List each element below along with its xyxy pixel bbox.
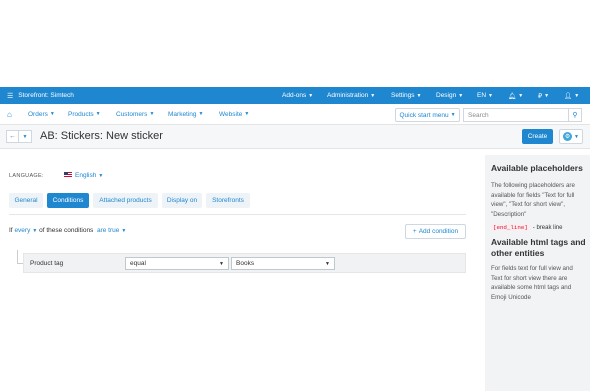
- caret-down-icon: ▼: [95, 111, 101, 117]
- chevron-down-icon: ▼: [325, 261, 330, 267]
- caret-down-icon: ▼: [149, 111, 155, 117]
- html-tags-heading: Available html tags and other entities: [491, 237, 586, 258]
- add-condition-button[interactable]: + Add condition: [405, 224, 466, 239]
- placeholders-text: The following placeholders are available…: [491, 182, 575, 218]
- caret-down-icon: ▼: [308, 92, 314, 99]
- arrow-left-icon: ←: [9, 133, 16, 140]
- back-button[interactable]: ←: [6, 130, 19, 143]
- create-button[interactable]: Create: [522, 129, 553, 144]
- are-true-selector[interactable]: are true ▼: [97, 227, 126, 234]
- bell-icon: 🔔︎: [508, 92, 517, 100]
- menu-settings[interactable]: Settings ▼: [391, 87, 421, 104]
- plus-icon: +: [412, 228, 417, 235]
- home-icon[interactable]: ⌂: [7, 110, 12, 119]
- nav-marketing[interactable]: Marketing ▼: [168, 111, 204, 118]
- tree-connector: [17, 250, 18, 264]
- caret-down-icon: ▼: [574, 133, 579, 140]
- chevron-down-icon: ▼: [219, 261, 224, 267]
- tab-storefronts[interactable]: Storefronts: [206, 193, 250, 208]
- operator-select[interactable]: equal ▼: [125, 257, 229, 270]
- user-icon: 👤︎: [564, 92, 573, 100]
- caret-down-icon: ▼: [22, 133, 28, 140]
- tab-attached-products[interactable]: Attached products: [93, 193, 158, 208]
- condition-row: Product tag equal ▼ Books ▼: [23, 253, 466, 273]
- caret-down-icon: ▼: [450, 112, 456, 118]
- caret-down-icon: ▼: [49, 111, 55, 117]
- placeholders-heading: Available placeholders: [491, 163, 583, 173]
- caret-down-icon: ▼: [370, 92, 376, 99]
- quick-start-menu-button[interactable]: Quick start menu ▼: [395, 108, 460, 122]
- addon-icon: ⚙: [563, 132, 573, 141]
- admin-topbar: ☰ Storefront: Simtech Add-ons ▼ Administr…: [0, 87, 590, 104]
- tab-general[interactable]: General: [9, 193, 43, 208]
- storefront-label: Storefront: Simtech: [18, 92, 74, 99]
- tab-display-on[interactable]: Display on: [162, 193, 202, 208]
- nav-orders[interactable]: Orders ▼: [28, 111, 55, 118]
- caret-down-icon: ▼: [574, 92, 580, 99]
- placeholder-desc: - break line: [532, 224, 563, 231]
- storefront-switcher[interactable]: ☰ Storefront: Simtech: [7, 92, 74, 100]
- us-flag-icon: [64, 172, 72, 178]
- search-input[interactable]: [463, 108, 568, 122]
- caret-down-icon: ▼: [32, 228, 38, 234]
- language-selector[interactable]: English ▼: [75, 172, 103, 179]
- nav-products[interactable]: Products ▼: [68, 111, 101, 118]
- value-select[interactable]: Books ▼: [231, 257, 335, 270]
- language-label: LANGUAGE:: [9, 173, 44, 179]
- addon-settings-button[interactable]: ⚙ ▼: [559, 129, 583, 144]
- caret-down-icon: ▼: [488, 92, 493, 99]
- menu-design[interactable]: Design ▼: [436, 87, 463, 104]
- storefront-icon: ☰: [7, 92, 14, 100]
- main-navbar: ⌂ Orders ▼ Products ▼ Customers ▼ Marketing…: [0, 104, 590, 125]
- user-menu[interactable]: 👤︎ ▼: [564, 87, 579, 104]
- caret-down-icon: ▼: [244, 111, 250, 117]
- main-content: LANGUAGE: English ▼ General Conditions At…: [0, 149, 476, 391]
- tab-conditions[interactable]: Conditions: [47, 193, 89, 208]
- page-header: ← ▼ AB: Stickers: New sticker Create ⚙ ▼: [0, 125, 590, 149]
- search-icon[interactable]: ⚲: [568, 108, 582, 122]
- html-tags-text: For fields text for full view and Text f…: [491, 265, 573, 301]
- menu-currency[interactable]: ₽ ▼: [538, 87, 549, 104]
- every-selector[interactable]: every ▼: [14, 227, 37, 234]
- condition-label: Product tag: [30, 260, 64, 267]
- menu-language[interactable]: EN ▼: [477, 87, 493, 104]
- nav-website[interactable]: Website ▼: [219, 111, 249, 118]
- conditions-rule: If every ▼ of these conditions are true ▼: [9, 227, 127, 234]
- caret-down-icon: ▼: [518, 92, 524, 99]
- caret-down-icon: ▼: [121, 228, 127, 234]
- nav-customers[interactable]: Customers ▼: [116, 111, 154, 118]
- caret-down-icon: ▼: [416, 92, 422, 99]
- caret-down-icon: ▼: [544, 92, 550, 99]
- placeholder-item: [end_line] - break line: [491, 224, 562, 231]
- menu-administration[interactable]: Administration ▼: [327, 87, 375, 104]
- menu-addons[interactable]: Add-ons ▼: [282, 87, 313, 104]
- caret-down-icon: ▼: [198, 111, 204, 117]
- tabs-divider: [9, 214, 466, 215]
- caret-down-icon: ▼: [458, 92, 464, 99]
- help-sidebar: Available placeholders The following pla…: [485, 155, 590, 391]
- notifications-menu[interactable]: 🔔︎ ▼: [508, 87, 523, 104]
- caret-down-icon: ▼: [98, 173, 104, 179]
- placeholder-code: [end_line]: [491, 224, 530, 231]
- page-title: AB: Stickers: New sticker: [40, 130, 163, 142]
- back-dropdown-button[interactable]: ▼: [19, 130, 32, 143]
